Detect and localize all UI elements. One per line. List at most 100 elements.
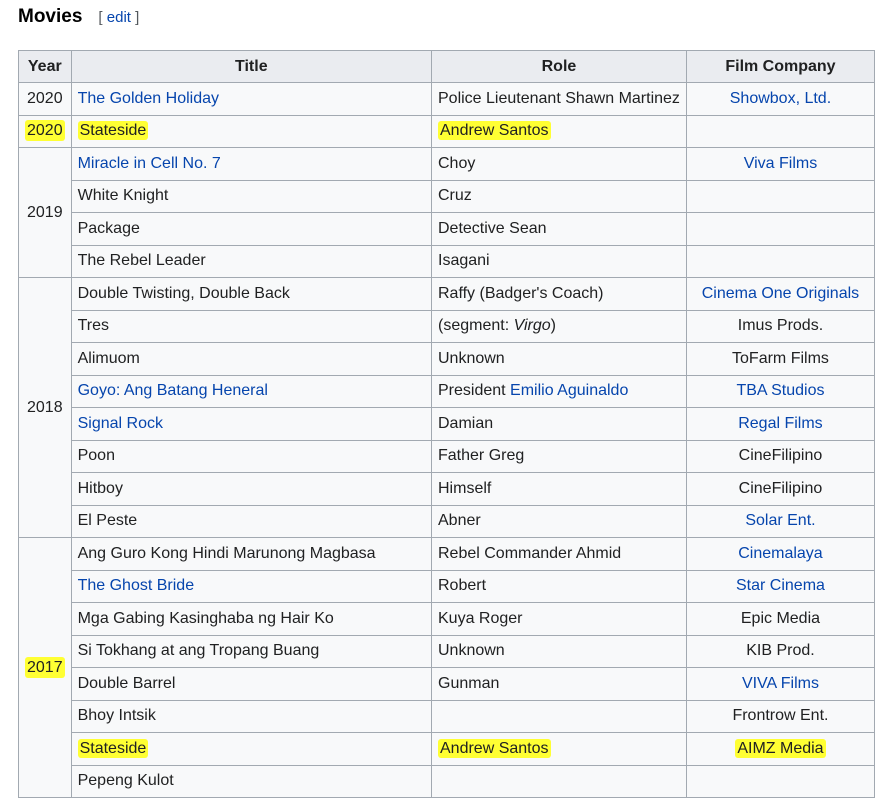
role-cell: Police Lieutenant Shawn Martinez [431,82,687,116]
company-link[interactable]: Cinema One Originals [702,285,859,302]
company-cell: Star Cinema [685,569,875,603]
company-cell: Epic Media [685,602,875,636]
table-row: The Ghost Bride Robert Star Cinema [19,569,875,603]
role-cell: Raffy (Badger's Coach) [431,277,687,311]
title-cell: Hitboy [70,472,433,506]
column-header-title[interactable]: Title [70,50,433,83]
title-link[interactable]: The Golden Holiday [78,90,219,107]
role-link[interactable]: Emilio Aguinaldo [510,382,628,399]
role-cell: Father Greg [431,439,687,473]
title-cell: Si Tokhang at ang Tropang Buang [70,634,433,668]
table-row: Alimuom Unknown ToFarm Films [19,342,875,376]
role-cell: Andrew Santos [431,114,687,148]
highlighted-company: AIMZ Media [735,738,826,758]
company-link[interactable]: Viva Films [744,155,818,172]
title-link[interactable]: Miracle in Cell No. 7 [78,155,221,172]
role-cell: Robert [431,569,687,603]
role-cell: Detective Sean [431,212,687,246]
column-header-film-company[interactable]: Film Company [685,50,875,83]
section-heading: Movies [ edit ] [18,6,139,34]
title-cell: Double Barrel [70,667,433,701]
title-cell: Goyo: Ang Batang Heneral [70,374,433,408]
title-link[interactable]: The Ghost Bride [78,577,195,594]
title-cell: Mga Gabing Kasinghaba ng Hair Ko [70,602,433,636]
role-cell: Unknown [431,634,687,668]
highlighted-year: 2020 [25,120,65,142]
title-cell: Package [70,212,433,246]
table-row: Stateside Andrew Santos AIMZ Media [19,732,875,766]
highlighted-year: 2017 [25,656,65,678]
column-header-role[interactable]: Role [431,50,687,83]
edit-section: [ edit ] [98,9,140,26]
role-cell [431,699,687,733]
header-row: Year Title Role Film Company [18,50,875,83]
company-cell: Regal Films [685,407,875,441]
table-row: 2020 The Golden Holiday Police Lieutenan… [18,82,875,116]
table-row: The Rebel Leader Isagani [19,244,875,278]
year-cell: 2018 [18,277,72,538]
table-row: Pepeng Kulot [19,764,875,798]
company-cell: Frontrow Ent. [685,699,875,733]
table-row: Mga Gabing Kasinghaba ng Hair Ko Kuya Ro… [19,602,875,636]
table-row: 2017 Ang Guro Kong Hindi Marunong Magbas… [18,537,875,798]
title-cell: Double Twisting, Double Back [70,277,433,311]
edit-link[interactable]: edit [107,9,131,26]
company-cell: ToFarm Films [685,342,875,376]
company-link[interactable]: VIVA Films [742,675,819,692]
table-row: Poon Father Greg CineFilipino [19,439,875,473]
table-row: White Knight Cruz [19,179,875,213]
title-link[interactable]: Signal Rock [78,415,163,432]
company-cell: KIB Prod. [685,634,875,668]
title-cell: Bhoy Intsik [70,699,433,733]
company-cell [685,212,875,246]
company-link[interactable]: Showbox, Ltd. [730,90,831,107]
company-link[interactable]: Solar Ent. [745,512,815,529]
company-cell: Viva Films [685,147,875,181]
table-row: 2020 Stateside Andrew Santos [18,114,875,148]
highlighted-title: Stateside [77,738,149,758]
column-header-year[interactable]: Year [18,50,72,83]
role-cell: President Emilio Aguinaldo [431,374,687,408]
title-cell: Pepeng Kulot [70,764,433,798]
year-cell: 2020 [18,82,72,116]
company-cell: Imus Prods. [685,309,875,343]
table-row: Bhoy Intsik Frontrow Ent. [19,699,875,733]
company-cell [685,114,875,148]
company-link[interactable]: Cinemalaya [738,545,822,562]
year-cell: 2017 [18,537,72,798]
role-cell: Unknown [431,342,687,376]
highlighted-role: Andrew Santos [438,121,551,141]
table-row: 2019 Miracle in Cell No. 7 Choy Viva Fil… [18,147,875,278]
movies-table: Year Title Role Film Company 2020 The Go… [18,50,875,798]
title-cell: Tres [70,309,433,343]
company-link[interactable]: Star Cinema [736,577,825,594]
table-row: Signal Rock Damian Regal Films [19,407,875,441]
table-row: Double Barrel Gunman VIVA Films [19,667,875,701]
role-cell: Himself [431,472,687,506]
table-row: Package Detective Sean [19,212,875,246]
title-cell: Poon [70,439,433,473]
title-cell: Signal Rock [70,407,433,441]
company-cell [685,244,875,278]
table-row: El Peste Abner Solar Ent. [19,504,875,538]
company-cell [685,179,875,213]
company-link[interactable]: TBA Studios [736,382,824,399]
table-row: Goyo: Ang Batang Heneral President Emili… [19,374,875,408]
title-cell: Stateside [70,114,433,148]
company-cell: Solar Ent. [685,504,875,538]
title-cell: The Golden Holiday [70,82,433,116]
title-cell: Stateside [70,732,433,766]
highlighted-role: Andrew Santos [438,738,551,758]
role-cell: Cruz [431,179,687,213]
section-title: Movies [18,6,83,27]
title-link[interactable]: Goyo: Ang Batang Heneral [78,382,268,399]
company-link[interactable]: Regal Films [738,415,822,432]
title-cell: Ang Guro Kong Hindi Marunong Magbasa [70,537,433,571]
table-row: Hitboy Himself CineFilipino [19,472,875,506]
title-cell: White Knight [70,179,433,213]
title-cell: El Peste [70,504,433,538]
company-cell: TBA Studios [685,374,875,408]
highlighted-title: Stateside [77,121,149,141]
year-cell: 2020 [18,114,72,148]
company-cell: Showbox, Ltd. [685,82,875,116]
